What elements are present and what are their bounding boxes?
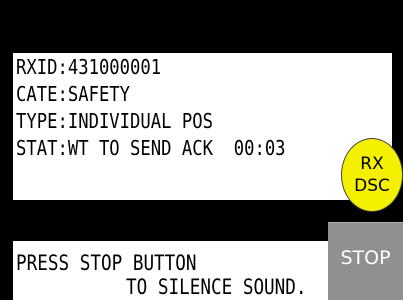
category-text: CATE:SAFETY bbox=[16, 82, 131, 106]
stop-button[interactable]: STOP bbox=[328, 222, 403, 300]
instruction-panel: PRESS STOP BUTTON TO SILENCE SOUND. bbox=[13, 241, 328, 300]
rx-dsc-indicator: RX DSC bbox=[341, 138, 403, 212]
status-text: STAT:WT TO SEND ACK bbox=[16, 136, 213, 160]
ack-timer: 00:03 bbox=[233, 136, 286, 160]
type-text: TYPE:INDIVIDUAL POS bbox=[16, 109, 213, 133]
rx-label: RX bbox=[360, 154, 384, 174]
rxid-text: RXID:431000001 bbox=[16, 55, 162, 79]
dsc-label: DSC bbox=[354, 176, 390, 196]
instruction-line-2: TO SILENCE SOUND. bbox=[126, 275, 307, 299]
display-screen: RXID:431000001 CATE:SAFETY TYPE:INDIVIDU… bbox=[0, 0, 403, 300]
instruction-line-1: PRESS STOP BUTTON bbox=[16, 251, 197, 275]
dsc-info-panel: RXID:431000001 CATE:SAFETY TYPE:INDIVIDU… bbox=[13, 53, 392, 201]
status-line: STAT:WT TO SEND ACK 00:03 bbox=[16, 136, 286, 160]
